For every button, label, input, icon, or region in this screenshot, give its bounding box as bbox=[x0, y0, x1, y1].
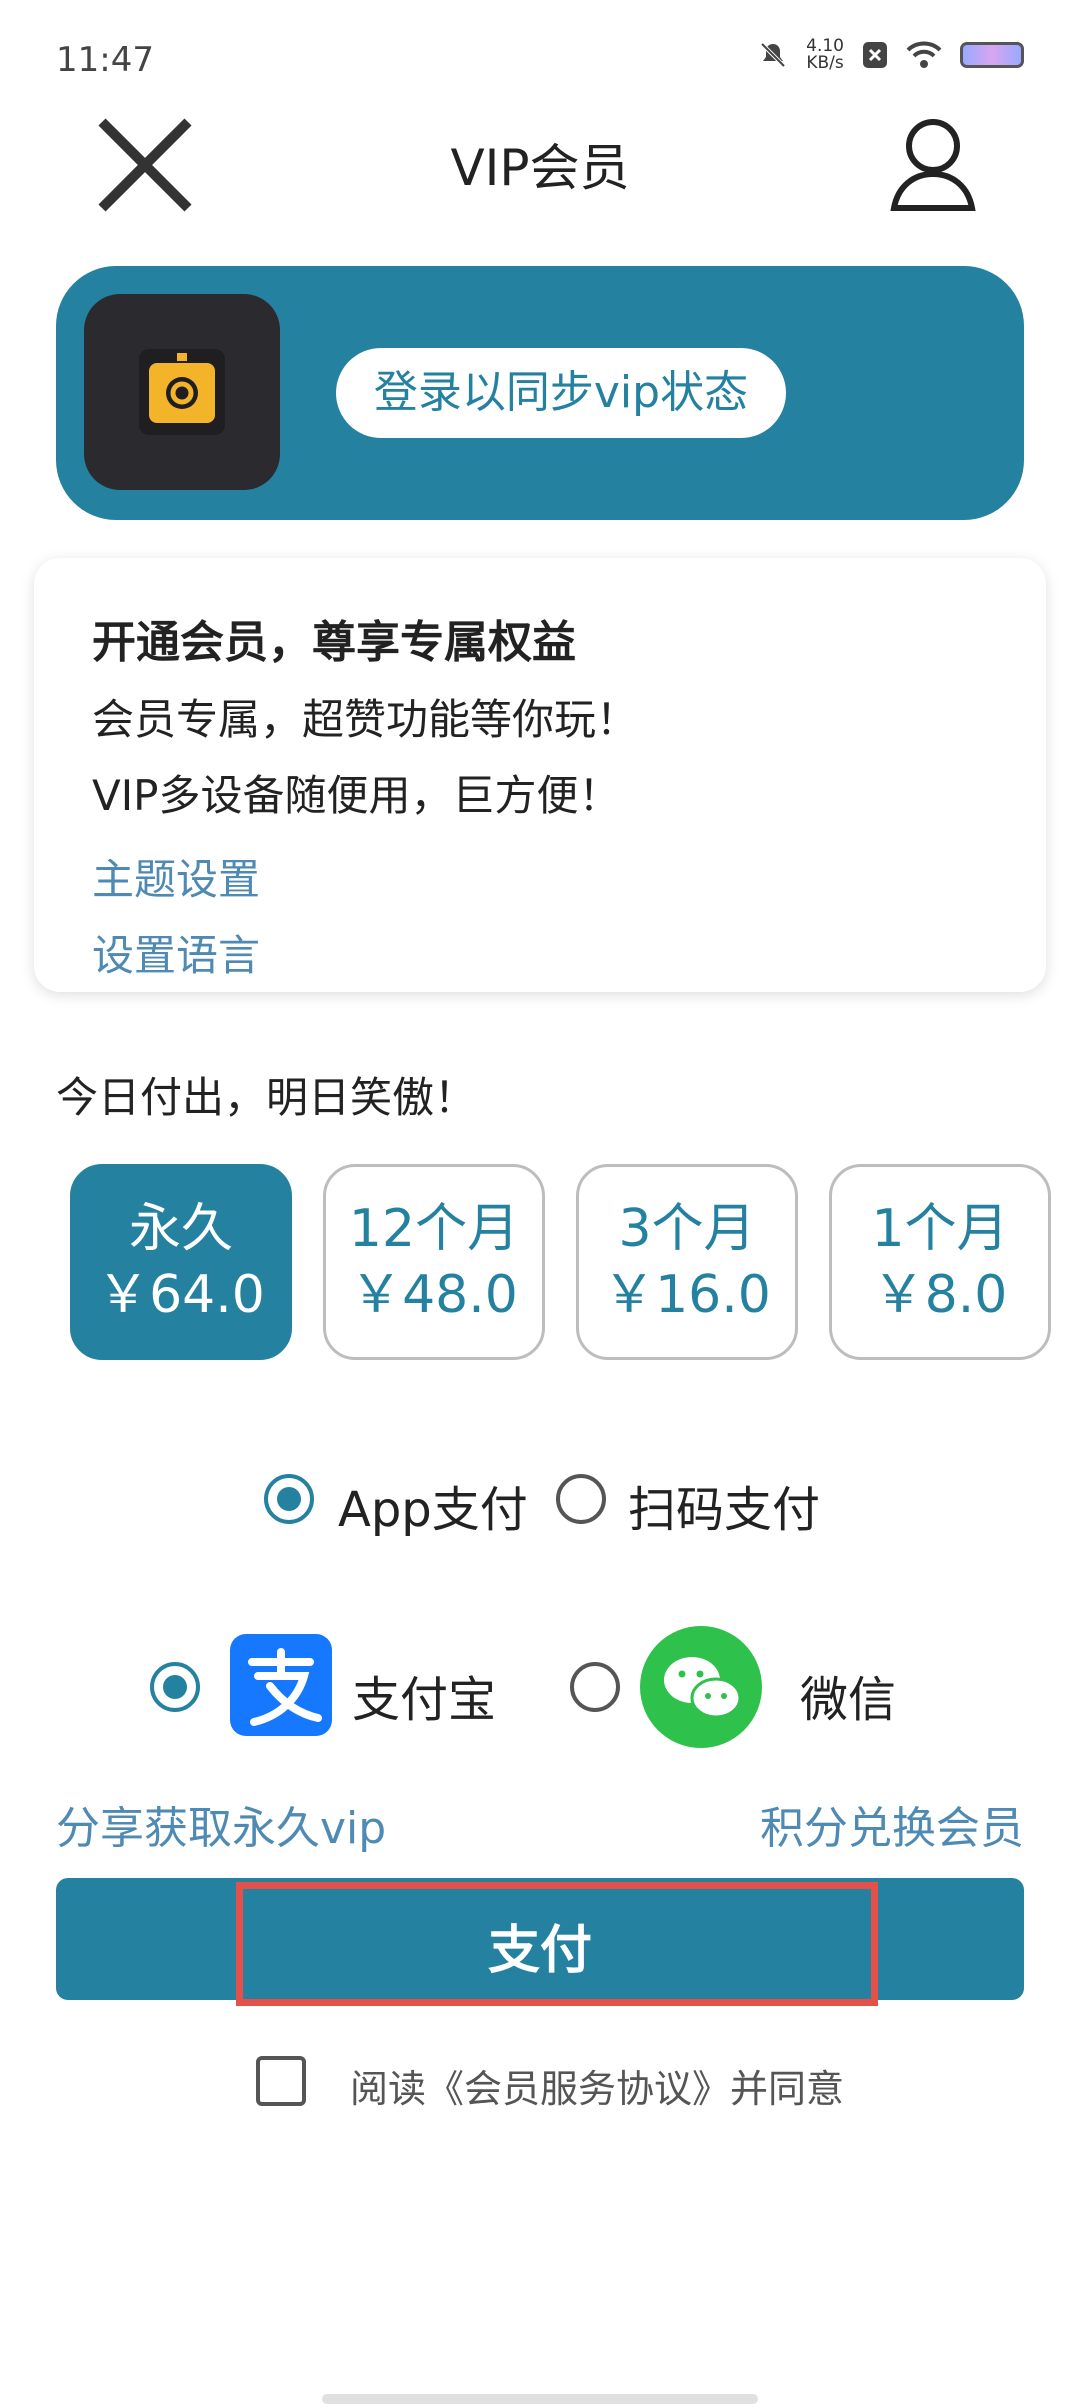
plan-price: ￥16.0 bbox=[603, 1265, 771, 1325]
app-logo bbox=[84, 294, 280, 490]
alipay-logo[interactable] bbox=[230, 1634, 332, 1736]
net-speed-unit: KB/s bbox=[806, 53, 844, 73]
wechat-radio[interactable] bbox=[570, 1662, 620, 1712]
plan-1-month[interactable]: 1个月 ￥8.0 bbox=[829, 1164, 1051, 1360]
wechat-icon bbox=[664, 1657, 742, 1719]
plan-name: 永久 bbox=[128, 1199, 233, 1259]
wechat-label[interactable]: 微信 bbox=[800, 1660, 896, 1730]
alipay-radio[interactable] bbox=[150, 1662, 200, 1712]
language-settings-link[interactable]: 设置语言 bbox=[92, 922, 260, 983]
agreement-checkbox[interactable] bbox=[256, 2056, 306, 2106]
status-icons: 4.10 KB/s bbox=[758, 38, 1024, 72]
points-exchange-link[interactable]: 积分兑换会员 bbox=[760, 1792, 1024, 1856]
user-icon[interactable] bbox=[878, 110, 988, 220]
plan-12-months[interactable]: 12个月 ￥48.0 bbox=[323, 1164, 545, 1360]
plan-name: 12个月 bbox=[348, 1199, 520, 1259]
battery-icon bbox=[960, 42, 1024, 68]
no-sim-icon bbox=[863, 42, 887, 68]
share-vip-link[interactable]: 分享获取永久vip bbox=[56, 1792, 386, 1856]
agreement-text[interactable]: 阅读《会员服务协议》并同意 bbox=[350, 2058, 844, 2113]
status-time: 11:47 bbox=[56, 40, 154, 80]
alipay-icon bbox=[248, 1648, 322, 1726]
slogan: 今日付出，明日笑傲！ bbox=[56, 1073, 477, 1122]
app-pay-label[interactable]: App支付 bbox=[338, 1470, 528, 1540]
benefit-line-2: VIP多设备随便用，巨方便！ bbox=[92, 771, 621, 820]
benefit-line-1: 会员专属，超赞功能等你玩！ bbox=[92, 695, 639, 744]
highlight-box bbox=[236, 1882, 878, 2006]
alipay-label[interactable]: 支付宝 bbox=[352, 1660, 496, 1730]
plan-price: ￥48.0 bbox=[350, 1265, 518, 1325]
scan-pay-label[interactable]: 扫码支付 bbox=[628, 1470, 820, 1540]
plan-3-months[interactable]: 3个月 ￥16.0 bbox=[576, 1164, 798, 1360]
plan-permanent[interactable]: 永久 ￥64.0 bbox=[70, 1164, 292, 1360]
theme-settings-link[interactable]: 主题设置 bbox=[92, 846, 260, 907]
plan-price: ￥64.0 bbox=[97, 1265, 265, 1325]
benefits-title: 开通会员，尊享专属权益 bbox=[92, 617, 576, 668]
login-sync-button[interactable]: 登录以同步vip状态 bbox=[336, 348, 786, 438]
scan-pay-radio[interactable] bbox=[556, 1474, 606, 1524]
camera-icon bbox=[149, 353, 215, 423]
app-logo-frame bbox=[139, 349, 225, 435]
wifi-icon bbox=[906, 41, 942, 68]
net-speed: 4.10 KB/s bbox=[806, 38, 844, 72]
home-indicator[interactable] bbox=[322, 2394, 758, 2404]
wechat-logo[interactable] bbox=[640, 1626, 762, 1748]
plan-name: 1个月 bbox=[871, 1199, 1009, 1259]
plan-name: 3个月 bbox=[618, 1199, 756, 1259]
app-pay-radio[interactable] bbox=[264, 1474, 314, 1524]
mute-bell-icon bbox=[760, 42, 786, 68]
plan-price: ￥8.0 bbox=[872, 1265, 1008, 1325]
